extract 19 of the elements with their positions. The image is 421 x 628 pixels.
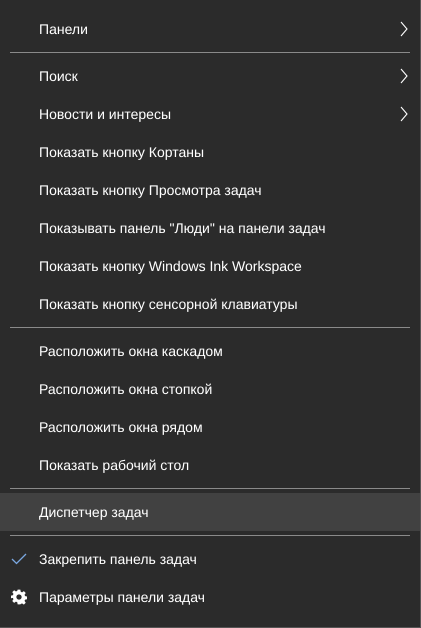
- menu-item[interactable]: Поиск: [0, 57, 420, 95]
- gear-icon: [11, 589, 27, 605]
- menu-item[interactable]: Расположить окна рядом: [0, 408, 420, 446]
- chevron-right-icon: [400, 106, 408, 122]
- menu-item[interactable]: Показать кнопку Кортаны: [0, 133, 420, 171]
- menu-item[interactable]: Расположить окна каскадом: [0, 332, 420, 370]
- chevron-right-icon: [400, 21, 408, 37]
- menu-item[interactable]: Закрепить панель задач: [0, 540, 420, 578]
- menu-item[interactable]: Показать кнопку сенсорной клавиатуры: [0, 285, 420, 323]
- menu-item[interactable]: Показать рабочий стол: [0, 446, 420, 484]
- menu-item[interactable]: Расположить окна стопкой: [0, 370, 420, 408]
- menu-item[interactable]: Показать кнопку Windows Ink Workspace: [0, 247, 420, 285]
- menu-item[interactable]: Диспетчер задач: [0, 493, 420, 531]
- menu-item[interactable]: Показать кнопку Просмотра задач: [0, 171, 420, 209]
- menu-item[interactable]: Показывать панель "Люди" на панели задач: [0, 209, 420, 247]
- menu-item[interactable]: Параметры панели задач: [0, 578, 420, 616]
- menu-item[interactable]: Панели: [0, 10, 420, 48]
- menu-item[interactable]: Новости и интересы: [0, 95, 420, 133]
- chevron-right-icon: [400, 68, 408, 84]
